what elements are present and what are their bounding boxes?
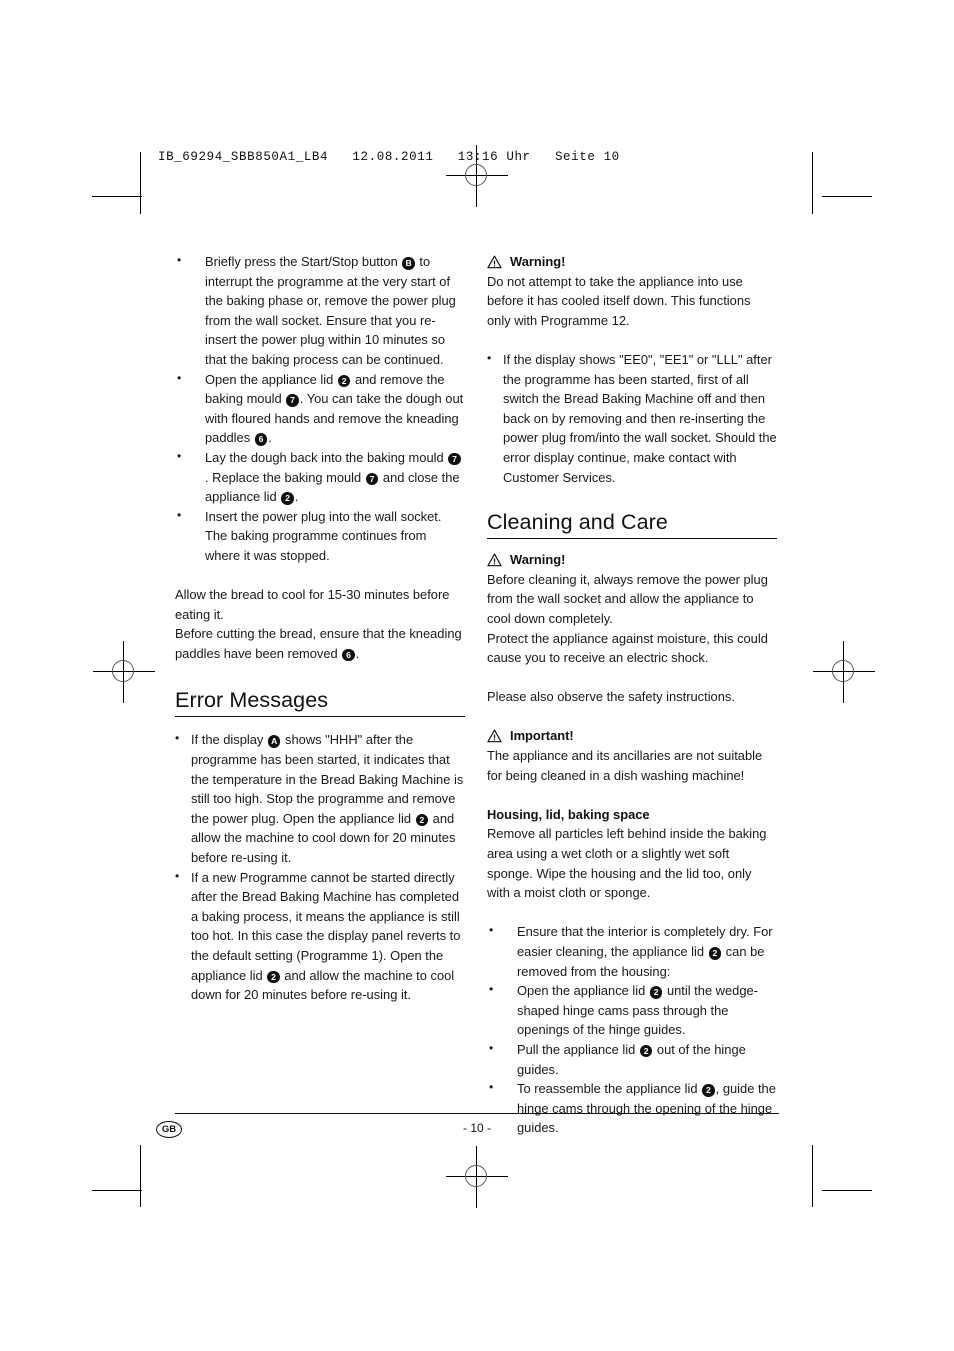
warning-triangle-icon (487, 553, 502, 567)
list-item: If the display A shows "HHH" after the p… (175, 729, 465, 867)
interrupt-steps-list: Briefly press the Start/Stop button B to… (175, 251, 465, 566)
registration-mark-left (93, 641, 155, 703)
reference-marker-2: 2 (415, 813, 429, 827)
error-messages-list: If the display A shows "HHH" after the p… (175, 729, 465, 1005)
cooling-paragraph: Allow the bread to cool for 15-30 minute… (175, 587, 450, 622)
cleaning-heading-block: Cleaning and Care (487, 509, 777, 540)
warning-label-cooldown: Warning! (487, 252, 777, 272)
display-error-list: If the display shows "EE0", "EE1" or "LL… (487, 349, 777, 487)
error-messages-heading: Error Messages (175, 687, 465, 718)
reference-marker-2: 2 (708, 947, 722, 960)
crop-mark-top-right-horizontal (822, 196, 872, 197)
crop-mark-bottom-left-vertical (140, 1145, 141, 1207)
document-page: IB_69294_SBB850A1_LB4 12.08.2011 13:16 U… (0, 0, 954, 1351)
warning-body-cleaning-moisture: Protect the appliance against moisture, … (487, 630, 768, 666)
reference-marker-6: 6 (342, 648, 355, 662)
reference-marker-2: 2 (702, 1084, 715, 1097)
list-item: Pull the appliance lid 2 out of the hing… (487, 1039, 777, 1079)
list-item: Open the appliance lid 2 and remove the … (175, 369, 465, 448)
left-column: Briefly press the Start/Stop button B to… (175, 251, 465, 1005)
warning-label-cleaning: Warning! (487, 550, 777, 570)
warning-label-text: Warning! (510, 552, 566, 568)
reference-marker-6: 6 (254, 433, 268, 446)
reference-marker-a: A (267, 735, 281, 748)
reference-marker-2: 2 (267, 970, 280, 984)
reference-marker-7: 7 (448, 452, 461, 466)
file-header-stamp: IB_69294_SBB850A1_LB4 12.08.2011 13:16 U… (158, 150, 620, 164)
cleaning-and-care-heading: Cleaning and Care (487, 509, 777, 540)
right-column: Warning! Do not attempt to take the appl… (487, 252, 777, 1138)
list-item: If the display shows "EE0", "EE1" or "LL… (487, 349, 777, 487)
reference-marker-b: B (402, 257, 415, 270)
crop-mark-top-right-vertical (812, 152, 813, 214)
list-item: Open the appliance lid 2 until the wedge… (487, 980, 777, 1040)
important-label: Important! (487, 726, 777, 746)
crop-mark-top-left-vertical (140, 152, 141, 214)
reference-marker-2: 2 (649, 986, 663, 999)
error-messages-heading-block: Error Messages (175, 687, 465, 718)
crop-mark-bottom-right-vertical (812, 1145, 813, 1207)
important-label-text: Important! (510, 728, 574, 744)
warning-label-text: Warning! (510, 254, 566, 269)
crop-mark-bottom-left-horizontal (92, 1190, 142, 1191)
housing-body: Remove all particles left behind inside … (487, 826, 767, 901)
warning-body-cleaning-unplug: Before cleaning it, always remove the po… (487, 571, 768, 626)
list-item: Briefly press the Start/Stop button B to… (175, 251, 465, 370)
reference-marker-7: 7 (286, 394, 299, 407)
list-item: Lay the dough back into the baking mould… (175, 447, 465, 507)
reference-marker-2: 2 (281, 492, 294, 505)
cutting-paragraph: Before cutting the bread, ensure that th… (175, 626, 462, 662)
list-item: Ensure that the interior is completely d… (487, 921, 777, 981)
reference-marker-2: 2 (337, 374, 351, 388)
list-item: If a new Programme cannot be started dir… (175, 867, 465, 1005)
warning-triangle-icon (487, 729, 502, 743)
crop-mark-bottom-right-horizontal (822, 1190, 872, 1191)
warning-triangle-icon (487, 255, 502, 269)
reference-marker-7: 7 (365, 472, 379, 486)
lid-removal-list: Ensure that the interior is completely d… (487, 921, 777, 1138)
warning-body-cooldown: Do not attempt to take the appliance int… (487, 273, 751, 328)
reference-marker-2: 2 (639, 1044, 653, 1058)
page-number: - 10 - (462, 1121, 491, 1135)
registration-mark-bottom (446, 1146, 508, 1208)
crop-mark-top-left-horizontal (92, 196, 142, 197)
registration-mark-right (813, 641, 875, 703)
footer-divider (175, 1113, 779, 1115)
important-body: The appliance and its ancillaries are no… (487, 748, 763, 783)
safety-instructions-note: Please also observe the safety instructi… (487, 689, 735, 705)
list-item: Insert the power plug into the wall sock… (175, 506, 465, 566)
housing-subheading: Housing, lid, baking space (487, 806, 650, 822)
